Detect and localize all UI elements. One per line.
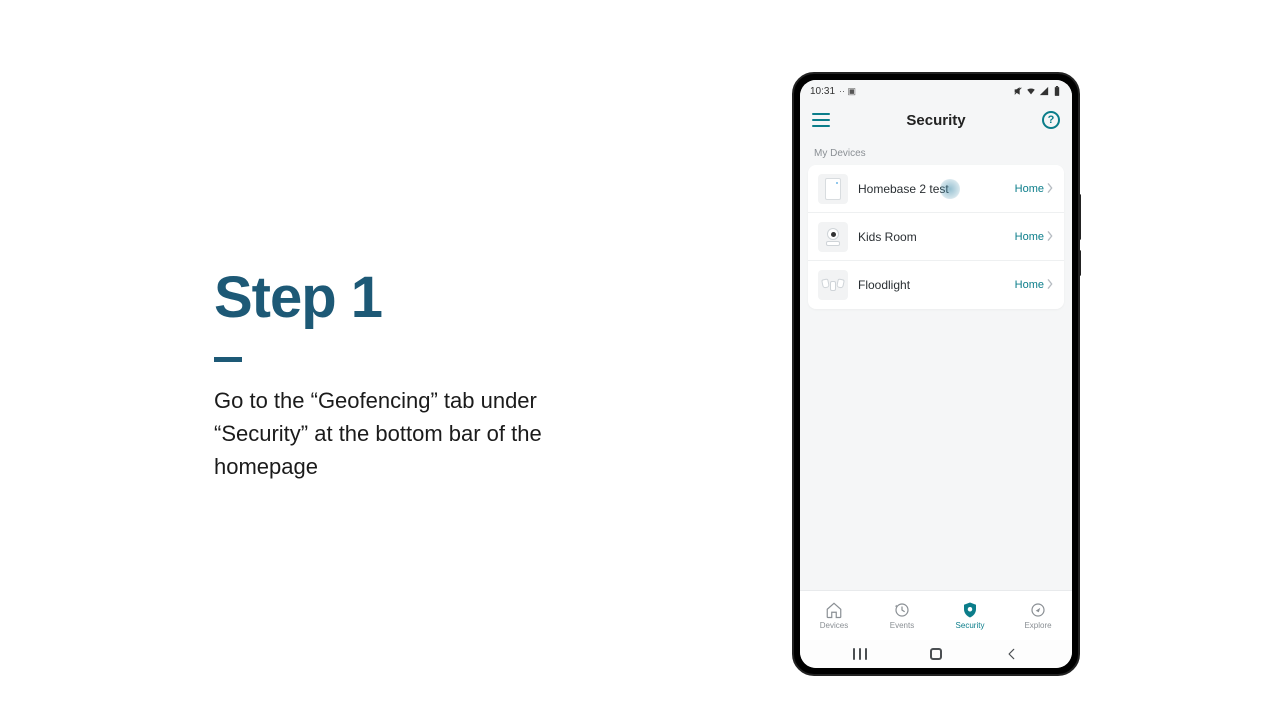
tab-explore[interactable]: Explore — [1004, 591, 1072, 640]
app-header: Security ? — [800, 100, 1072, 140]
device-row-homebase[interactable]: Homebase 2 test Home — [808, 165, 1064, 213]
device-status: Home — [1015, 279, 1044, 291]
status-notif-icons: ·· ▣ — [839, 86, 856, 97]
chevron-right-icon — [1046, 278, 1054, 292]
tab-label: Security — [956, 621, 985, 630]
section-label: My Devices — [800, 140, 1072, 165]
tab-events[interactable]: Events — [868, 591, 936, 640]
home-icon — [825, 601, 843, 619]
clock-icon — [893, 601, 911, 619]
signal-icon — [1039, 86, 1049, 96]
title-underline — [214, 357, 242, 362]
nav-back-button[interactable] — [1005, 647, 1019, 661]
device-status: Home — [1015, 183, 1044, 195]
power-button — [1078, 250, 1081, 276]
device-row-floodlight[interactable]: Floodlight Home — [808, 261, 1064, 309]
page-title: Security — [906, 112, 965, 129]
step-body: Go to the “Geofencing” tab under “Securi… — [214, 384, 574, 483]
nav-recents-button[interactable] — [853, 648, 867, 660]
floodlight-icon — [822, 277, 844, 293]
device-row-kidsroom[interactable]: Kids Room Home — [808, 213, 1064, 261]
device-list: Homebase 2 test Home Kids Room Home — [808, 165, 1064, 309]
camera-icon — [824, 228, 842, 246]
homebase-icon — [825, 178, 841, 200]
device-thumbnail — [818, 174, 848, 204]
tab-security[interactable]: Security — [936, 591, 1004, 640]
touch-indicator — [940, 179, 960, 199]
status-bar: 10:31 ·· ▣ — [800, 80, 1072, 100]
chevron-right-icon — [1046, 230, 1054, 244]
menu-button[interactable] — [812, 113, 830, 127]
instruction-panel: Step 1 Go to the “Geofencing” tab under … — [214, 268, 634, 483]
android-nav-bar — [800, 640, 1072, 668]
device-thumbnail — [818, 222, 848, 252]
stage: Step 1 Go to the “Geofencing” tab under … — [0, 0, 1280, 720]
status-time: 10:31 — [810, 86, 835, 97]
nav-home-button[interactable] — [930, 648, 942, 660]
device-thumbnail — [818, 270, 848, 300]
help-button[interactable]: ? — [1042, 111, 1060, 129]
content-spacer — [800, 309, 1072, 590]
shield-icon — [961, 601, 979, 619]
phone-screen: 10:31 ·· ▣ — [800, 80, 1072, 668]
device-name: Homebase 2 test — [858, 182, 1015, 196]
tab-label: Events — [890, 621, 914, 630]
tab-label: Devices — [820, 621, 848, 630]
device-status: Home — [1015, 231, 1044, 243]
battery-icon — [1052, 86, 1062, 96]
device-name: Floodlight — [858, 278, 1015, 292]
phone-frame: 10:31 ·· ▣ — [792, 72, 1080, 676]
chevron-right-icon — [1046, 182, 1054, 196]
status-right — [1013, 86, 1062, 96]
bottom-tab-bar: Devices Events Security — [800, 590, 1072, 640]
compass-icon — [1029, 601, 1047, 619]
wifi-icon — [1026, 86, 1036, 96]
device-name: Kids Room — [858, 230, 1015, 244]
step-title: Step 1 — [214, 268, 634, 329]
tab-devices[interactable]: Devices — [800, 591, 868, 640]
mute-icon — [1013, 86, 1023, 96]
tab-label: Explore — [1024, 621, 1051, 630]
volume-rocker — [1078, 194, 1081, 240]
status-left: 10:31 ·· ▣ — [810, 86, 856, 97]
